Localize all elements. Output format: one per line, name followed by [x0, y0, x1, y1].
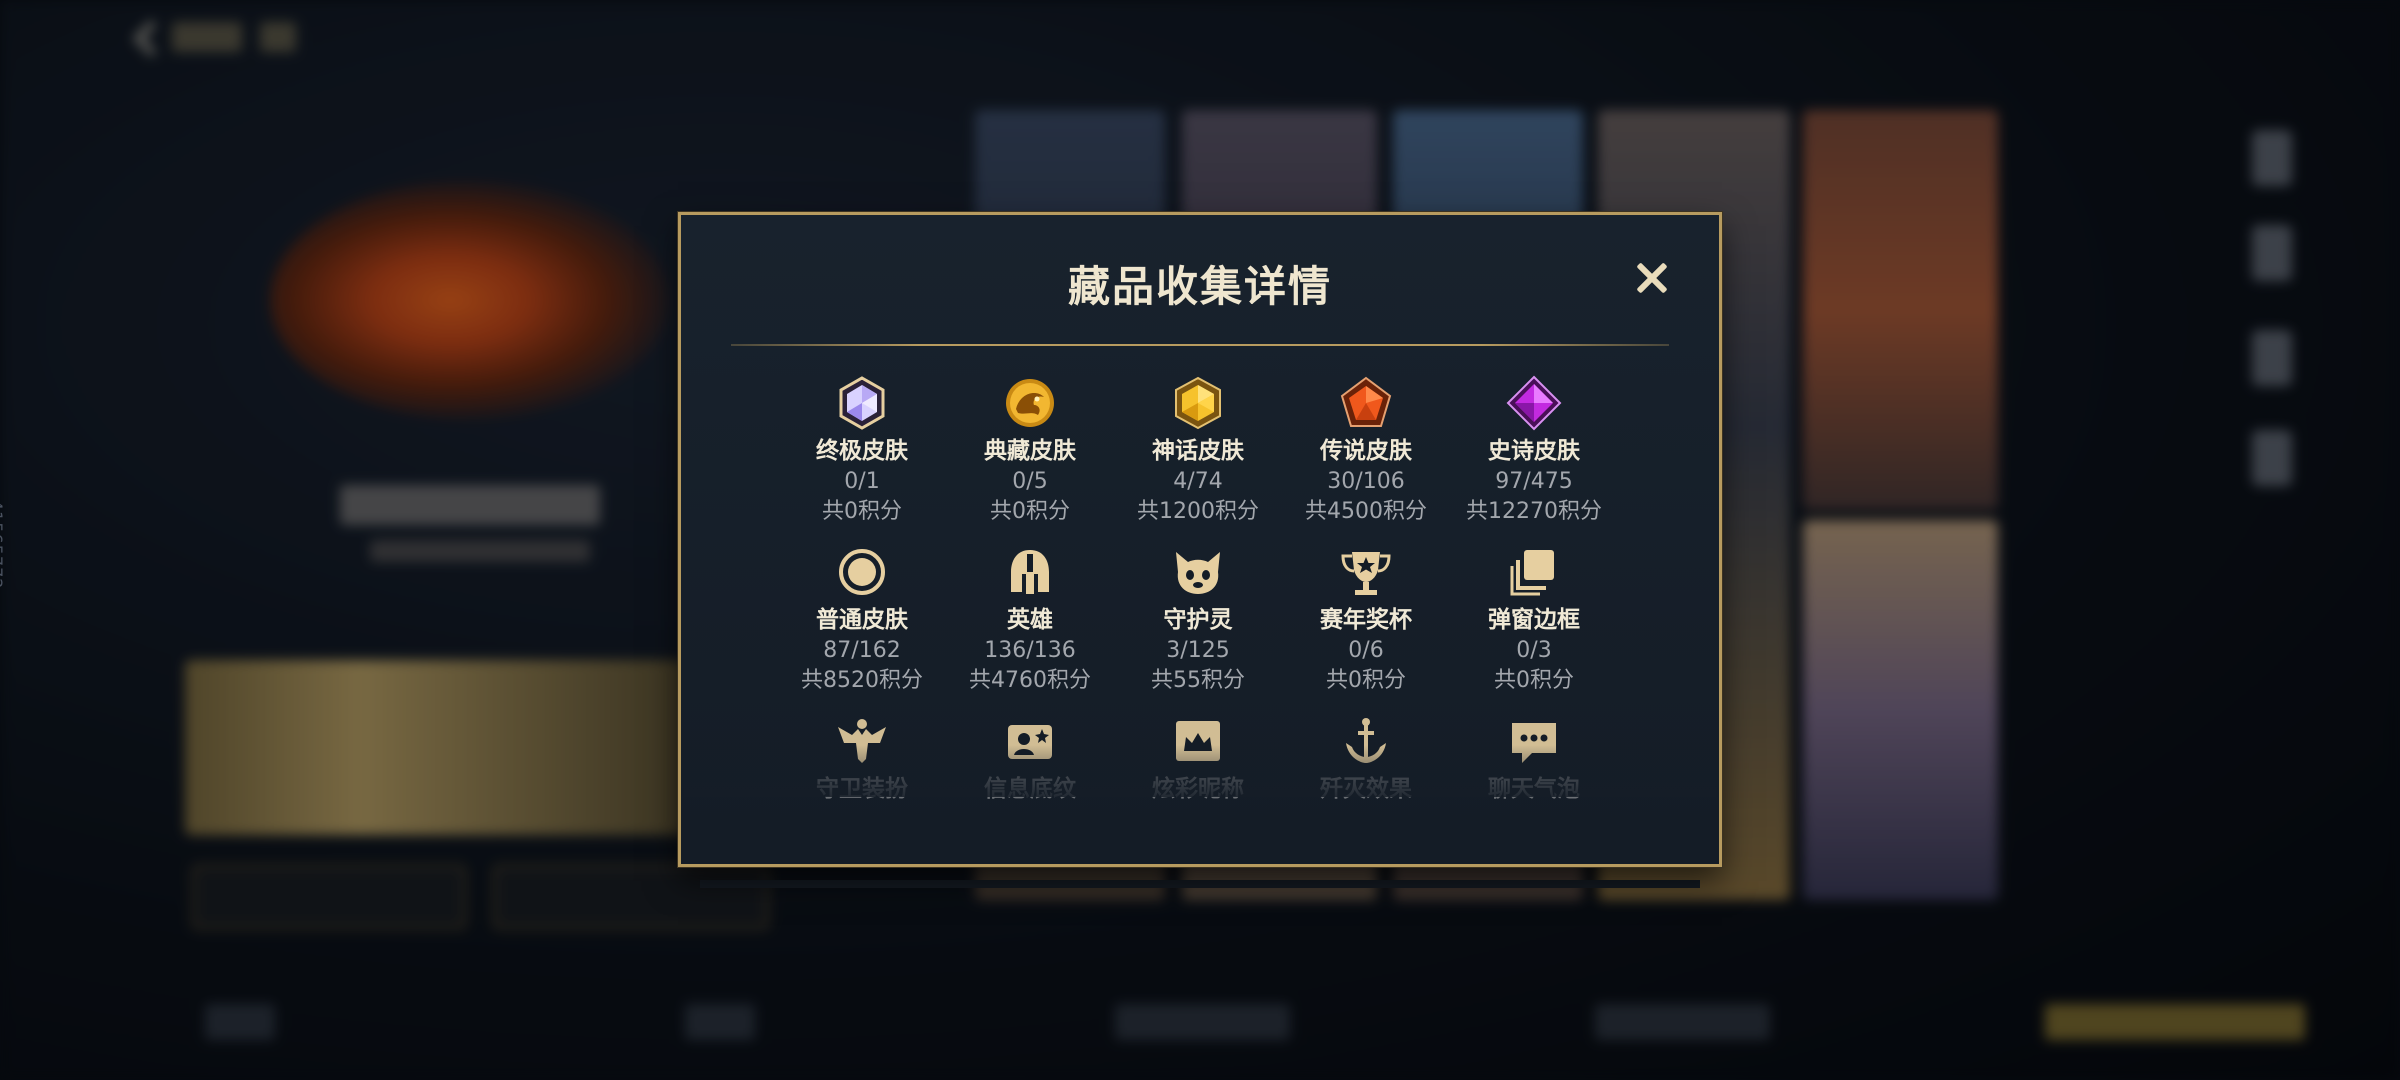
item-name: 神话皮肤	[1152, 438, 1244, 464]
collection-item-normal-skin[interactable]: 普通皮肤 87/162 共8520积分	[778, 544, 946, 699]
collection-item-elimination-effect[interactable]: 歼灭效果	[1282, 713, 1450, 868]
screen: 41565772 藏品收集详情 终极皮肤 0/1 共0积分 典藏皮肤 0/5 共…	[0, 0, 2400, 1080]
collection-item-season-trophy[interactable]: 赛年奖杯 0/6 共0积分	[1282, 544, 1450, 699]
item-count: 0/6	[1348, 638, 1384, 663]
item-name: 守卫装扮	[816, 776, 908, 802]
collection-item-chat-bubble[interactable]: 聊天气泡	[1450, 713, 1618, 868]
item-count: 3/125	[1166, 638, 1230, 663]
item-name: 英雄	[1007, 607, 1053, 633]
collection-item-colorful-nickname[interactable]: 炫彩昵称	[1114, 713, 1282, 868]
collection-grid: 终极皮肤 0/1 共0积分 典藏皮肤 0/5 共0积分 神话皮肤 4/74 共1…	[778, 375, 1618, 868]
collection-item-epic-skin[interactable]: 史诗皮肤 97/475 共12270积分	[1450, 375, 1618, 530]
collection-skin-dragon-icon	[1006, 379, 1054, 427]
item-name: 赛年奖杯	[1320, 607, 1412, 633]
modal-title: 藏品收集详情	[1067, 262, 1332, 311]
trophy-icon	[1341, 552, 1391, 595]
item-count: 97/475	[1495, 469, 1573, 494]
item-points: 共0积分	[822, 499, 902, 524]
item-name: 聊天气泡	[1488, 776, 1580, 802]
item-count: 87/162	[823, 638, 901, 663]
item-count: 136/136	[984, 638, 1076, 663]
guard-outfit-icon	[838, 719, 886, 763]
item-points: 共4760积分	[969, 668, 1091, 693]
item-points: 共8520积分	[801, 668, 923, 693]
popup-frame-icon	[1510, 550, 1554, 596]
item-count: 0/1	[844, 469, 880, 494]
collection-item-hero[interactable]: 英雄 136/136 共4760积分	[946, 544, 1114, 699]
item-count: 0/5	[1012, 469, 1048, 494]
item-points: 共0积分	[990, 499, 1070, 524]
hero-helmet-icon	[1011, 550, 1049, 594]
item-points: 共0积分	[1494, 668, 1574, 693]
item-points: 共4500积分	[1305, 499, 1427, 524]
normal-skin-ring-icon	[839, 549, 885, 595]
collection-item-popup-frame[interactable]: 弹窗边框 0/3 共0积分	[1450, 544, 1618, 699]
collection-item-guardian-spirit[interactable]: 守护灵 3/125 共55积分	[1114, 544, 1282, 699]
item-points: 共1200积分	[1137, 499, 1259, 524]
item-name: 普通皮肤	[816, 607, 908, 633]
mythic-skin-gem-icon	[1175, 376, 1221, 430]
item-name: 终极皮肤	[816, 438, 908, 464]
item-name: 歼灭效果	[1320, 776, 1412, 802]
item-name: 守护灵	[1163, 607, 1233, 633]
item-points: 共55积分	[1151, 668, 1245, 693]
item-name: 炫彩昵称	[1152, 776, 1244, 802]
item-name: 传说皮肤	[1320, 438, 1412, 464]
elimination-effect-icon	[1346, 718, 1386, 763]
info-background-icon	[1008, 725, 1052, 759]
side-id-text: 41565772	[0, 500, 6, 590]
collection-details-modal: 藏品收集详情 终极皮肤 0/1 共0积分 典藏皮肤 0/5 共0积分 神话皮肤 …	[678, 212, 1722, 867]
chat-bubble-icon	[1512, 723, 1556, 763]
epic-skin-gem-icon	[1506, 375, 1562, 431]
colorful-nickname-icon	[1176, 721, 1220, 761]
item-points: 共12270积分	[1466, 499, 1602, 524]
collection-item-collection-skin[interactable]: 典藏皮肤 0/5 共0积分	[946, 375, 1114, 530]
item-name: 弹窗边框	[1488, 607, 1580, 633]
item-name: 信息底纹	[984, 776, 1076, 802]
item-count: 4/74	[1173, 469, 1223, 494]
legendary-skin-gem-icon	[1340, 376, 1392, 427]
item-points: 共0积分	[1326, 668, 1406, 693]
item-name: 史诗皮肤	[1488, 438, 1580, 464]
collection-item-legendary-skin[interactable]: 传说皮肤 30/106 共4500积分	[1282, 375, 1450, 530]
item-count: 0/3	[1516, 638, 1552, 663]
guardian-spirit-icon	[1176, 552, 1220, 594]
collection-item-info-background[interactable]: 信息底纹	[946, 713, 1114, 868]
collection-item-guard-outfit[interactable]: 守卫装扮	[778, 713, 946, 868]
collection-item-ultimate-skin[interactable]: 终极皮肤 0/1 共0积分	[778, 375, 946, 530]
title-divider	[731, 344, 1669, 346]
item-count: 30/106	[1327, 469, 1405, 494]
close-icon[interactable]	[1627, 253, 1677, 303]
item-name: 典藏皮肤	[984, 438, 1076, 464]
collection-item-mythic-skin[interactable]: 神话皮肤 4/74 共1200积分	[1114, 375, 1282, 530]
ultimate-skin-gem-icon	[839, 376, 885, 430]
